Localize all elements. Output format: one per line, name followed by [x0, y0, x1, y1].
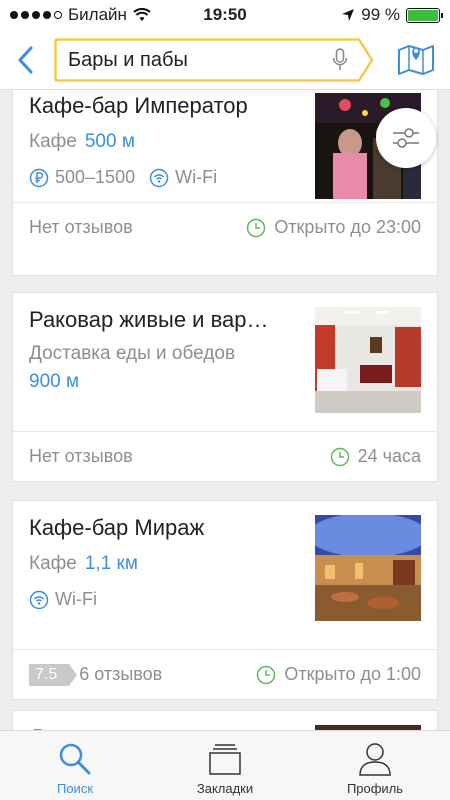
card-footer: 7.5 6 отзывов Открыто до 1:00 — [13, 649, 437, 699]
battery-icon — [406, 7, 443, 23]
map-icon — [398, 45, 434, 75]
bookmarks-icon — [209, 744, 241, 775]
search-query: Бары и пабы — [68, 48, 188, 71]
reviews-count: Нет отзывов — [29, 446, 133, 466]
card-content: Раковар живые и вар… Доставка еды и обед… — [13, 293, 437, 413]
opening-hours: 24 часа — [330, 446, 421, 467]
place-title: Кафе-бар Мираж — [29, 515, 205, 540]
result-card[interactable]: Д — [12, 710, 438, 730]
hours-text: Открыто до 23:00 — [274, 217, 421, 237]
tab-bar: Поиск Закладки Профиль — [0, 730, 450, 800]
filter-button[interactable] — [376, 108, 436, 168]
price-range: 500–1500 — [55, 167, 136, 187]
card-footer: Нет отзывов Открыто до 23:00 — [13, 202, 437, 252]
status-right: 99 % — [341, 5, 443, 25]
back-button[interactable] — [10, 40, 40, 80]
card-content: Д — [13, 711, 437, 730]
status-left: Билайн — [10, 5, 151, 25]
wifi-feature: Wi-Fi — [149, 167, 217, 188]
profile-icon — [359, 743, 391, 776]
results-list[interactable]: Кафе-бар Император Кафе 500 м 500–1500 W… — [0, 90, 450, 730]
reviews-count[interactable]: 6 отзывов — [79, 664, 162, 685]
wifi-feature: Wi-Fi — [29, 589, 97, 610]
place-distance: 500 м — [84, 131, 135, 152]
wifi-icon — [133, 8, 151, 21]
opening-hours: Открыто до 23:00 — [246, 217, 421, 238]
search-input[interactable]: Бары и пабы — [54, 37, 374, 82]
result-card[interactable]: Кафе-бар Император Кафе 500 м 500–1500 W… — [12, 90, 438, 276]
tab-search[interactable]: Поиск — [15, 731, 135, 800]
rating-badge: 7.5 — [29, 663, 78, 686]
card-content: Кафе-бар Мираж Кафе 1,1 км Wi-Fi — [13, 501, 437, 624]
place-title: Кафе-бар Император — [29, 93, 248, 118]
map-button[interactable] — [396, 38, 436, 83]
hours-text: Открыто до 1:00 — [284, 664, 421, 684]
wifi-feature-icon — [29, 590, 49, 609]
wifi-feature-icon — [149, 168, 169, 187]
reviews-count: Нет отзывов — [29, 217, 133, 237]
place-photo — [315, 515, 421, 621]
card-footer: Нет отзывов 24 часа — [13, 431, 437, 481]
location-arrow-icon — [342, 9, 355, 21]
signal-dots — [10, 11, 62, 19]
place-category: Кафе — [29, 553, 77, 574]
tab-bookmarks[interactable]: Закладки — [165, 731, 285, 800]
rating-block: 7.5 6 отзывов — [29, 663, 162, 686]
wifi-label: Wi-Fi — [175, 167, 218, 187]
clock-icon — [257, 665, 276, 684]
microphone-icon[interactable] — [332, 47, 348, 72]
opening-hours: Открыто до 1:00 — [256, 664, 421, 685]
clock-icon — [247, 218, 266, 237]
carrier-name: Билайн — [68, 5, 127, 24]
tab-profile[interactable]: Профиль — [315, 731, 435, 800]
search-header: Бары и пабы — [0, 30, 450, 90]
place-photo — [315, 307, 421, 413]
place-distance: 1,1 км — [84, 553, 138, 574]
place-title: Раковар живые и вар… — [29, 307, 269, 332]
search-icon — [59, 743, 91, 775]
result-card[interactable]: Кафе-бар Мираж Кафе 1,1 км Wi-Fi 7.5 6 о… — [12, 500, 438, 700]
hours-text: 24 часа — [357, 446, 421, 466]
chevron-left-icon — [18, 46, 33, 73]
result-card[interactable]: Раковар живые и вар… Доставка еды и обед… — [12, 292, 438, 482]
ruble-icon — [29, 168, 49, 187]
tab-label: Закладки — [196, 781, 254, 796]
card-content: Кафе-бар Император Кафе 500 м 500–1500 W… — [13, 90, 437, 202]
place-category: Кафе — [29, 131, 77, 152]
status-bar: Билайн 19:50 99 % — [0, 0, 450, 30]
battery-percent: 99 % — [361, 5, 400, 24]
tab-label: Поиск — [56, 781, 94, 796]
tab-label: Профиль — [346, 781, 404, 796]
clock-icon — [330, 447, 349, 466]
status-time: 19:50 — [203, 5, 247, 24]
price-feature: 500–1500 — [29, 167, 135, 188]
wifi-label: Wi-Fi — [55, 589, 97, 609]
sliders-icon — [393, 128, 419, 148]
